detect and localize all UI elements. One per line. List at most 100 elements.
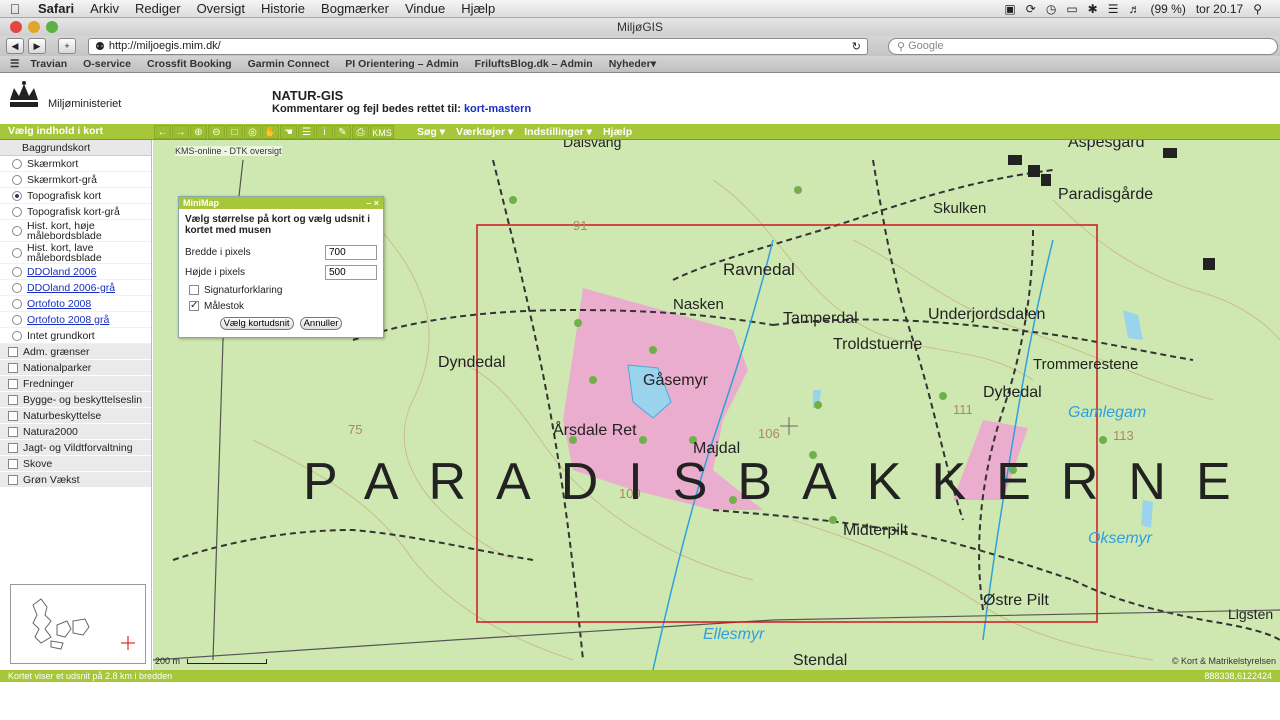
search-field[interactable]: ⚲ Google [888,37,1278,55]
apple-menu-icon[interactable]:  [0,1,30,17]
bookmark-item[interactable]: Crossfit Booking [139,58,240,70]
option-label[interactable]: Ortofoto 2008 [27,298,91,310]
zoom-in-icon[interactable]: ⊕ [190,125,207,139]
clock[interactable]: tor 20.17 [1196,2,1243,16]
radio-button[interactable] [12,174,22,185]
layer-checkbox[interactable] [8,346,18,357]
menu-edit[interactable]: Rediger [127,1,189,16]
help-menu[interactable]: Hjælp [598,126,637,138]
measure-icon[interactable]: ✎ [334,125,351,139]
radio-button[interactable] [12,190,22,201]
pan-left-icon[interactable]: ← [154,125,171,139]
background-map-option[interactable]: Ortofoto 2008 grå [0,312,151,328]
radio-button[interactable] [12,206,22,217]
menu-bookmarks[interactable]: Bogmærker [313,1,397,16]
camera-icon[interactable]: ▣ [1004,2,1015,16]
height-input[interactable] [325,264,377,280]
background-map-option[interactable]: Skærmkort [0,156,151,172]
background-map-option[interactable]: Topografisk kort-grå [0,204,151,220]
background-map-option[interactable]: Hist. kort, lave målebordsblade [0,242,151,264]
battery-status[interactable]: (99 %) [1150,2,1185,16]
radio-button[interactable] [12,225,22,236]
info-icon[interactable]: i [316,125,333,139]
zoom-extent-icon[interactable]: ◎ [244,125,261,139]
pan-right-icon[interactable]: → [172,125,189,139]
tools-menu[interactable]: Værktøjer ▾ [451,126,518,138]
cancel-button[interactable]: Annuller [299,317,343,330]
layer-checkbox[interactable] [8,410,18,421]
background-map-option[interactable]: Ortofoto 2008 [0,296,151,312]
reading-list-icon[interactable]: ☰ [10,58,22,70]
bookmark-item[interactable]: O-service [75,58,139,70]
layer-checkbox[interactable] [8,378,18,389]
select-extent-button[interactable]: Vælg kortudsnit [219,317,294,330]
bookmark-item[interactable]: Nyheder▾ [601,58,664,70]
menu-file[interactable]: Arkiv [82,1,127,16]
radio-button[interactable] [12,266,22,277]
menu-history[interactable]: Historie [253,1,313,16]
zoom-window-icon[interactable] [46,21,58,33]
display-icon[interactable]: ▭ [1066,2,1077,16]
reload-icon[interactable]: ↻ [852,40,861,53]
close-icon[interactable]: × [374,198,379,208]
pan-hand-icon[interactable]: ✋ [262,125,279,139]
layer-checkbox[interactable] [8,362,18,373]
overview-map[interactable] [10,584,146,664]
search-menu[interactable]: Søg ▾ [412,126,450,138]
zoom-out-icon[interactable]: ⊖ [208,125,225,139]
legend-checkbox[interactable] [189,285,199,295]
app-menu[interactable]: Safari [30,1,82,16]
background-map-option[interactable]: DDOland 2006 [0,264,151,280]
menu-view[interactable]: Oversigt [189,1,253,16]
background-map-option[interactable]: Skærmkort-grå [0,172,151,188]
settings-menu[interactable]: Indstillinger ▾ [519,126,597,138]
overlay-layer[interactable]: Jagt- og Vildtforvaltning [0,440,151,456]
menu-window[interactable]: Vindue [397,1,453,16]
overlay-layer[interactable]: Fredninger [0,376,151,392]
sync-icon[interactable]: ⟳ [1026,2,1036,16]
radio-button[interactable] [12,158,22,169]
background-map-option[interactable]: Intet grundkort [0,328,151,344]
minimize-window-icon[interactable] [28,21,40,33]
kms-button[interactable]: KMS [370,125,394,139]
comment-link[interactable]: kort-mastern [464,103,531,115]
layer-checkbox[interactable] [8,458,18,469]
back-icon[interactable]: ◀ [6,38,24,54]
radio-button[interactable] [12,247,22,258]
bookmark-item[interactable]: Travian [22,58,75,70]
option-label[interactable]: Ortofoto 2008 grå [27,314,109,326]
background-map-option[interactable]: DDOland 2006-grå [0,280,151,296]
close-window-icon[interactable] [10,21,22,33]
radio-button[interactable] [12,314,22,325]
width-input[interactable] [325,244,377,260]
radio-button[interactable] [12,330,22,341]
overlay-layer[interactable]: Skove [0,456,151,472]
bookmark-item[interactable]: Garmin Connect [240,58,338,70]
url-text[interactable]: http://miljoegis.mim.dk/ [109,40,852,52]
minimize-icon[interactable]: – [366,198,371,208]
bookmark-item[interactable]: PI Orientering – Admin [337,58,466,70]
timemachine-icon[interactable]: ◷ [1046,2,1056,16]
forward-icon[interactable]: ▶ [28,38,46,54]
scale-checkbox[interactable]: ✓ [189,301,199,311]
overlay-layer[interactable]: Nationalparker [0,360,151,376]
volume-icon[interactable]: ♬ [1128,2,1140,16]
bookmark-item[interactable]: FriluftsBlog.dk – Admin [467,58,601,70]
radio-button[interactable] [12,298,22,309]
overlay-layer[interactable]: Naturbeskyttelse [0,408,151,424]
layer-checkbox[interactable] [8,426,18,437]
radio-button[interactable] [12,282,22,293]
background-map-option[interactable]: Topografisk kort [0,188,151,204]
spotlight-icon[interactable]: ⚲ [1253,2,1262,16]
layer-checkbox[interactable] [8,474,18,485]
minimap-titlebar[interactable]: MiniMap – × [179,197,383,209]
menu-help[interactable]: Hjælp [453,1,503,16]
select-icon[interactable]: ☚ [280,125,297,139]
zoom-box-icon[interactable]: □ [226,125,243,139]
overlay-layer[interactable]: Natura2000 [0,424,151,440]
add-bookmark-icon[interactable]: + [58,38,76,54]
layers-icon[interactable]: ☰ [298,125,315,139]
bluetooth-icon[interactable]: ✱ [1088,2,1098,16]
overlay-layer[interactable]: Bygge- og beskyttelseslin [0,392,151,408]
option-label[interactable]: DDOland 2006 [27,266,96,278]
